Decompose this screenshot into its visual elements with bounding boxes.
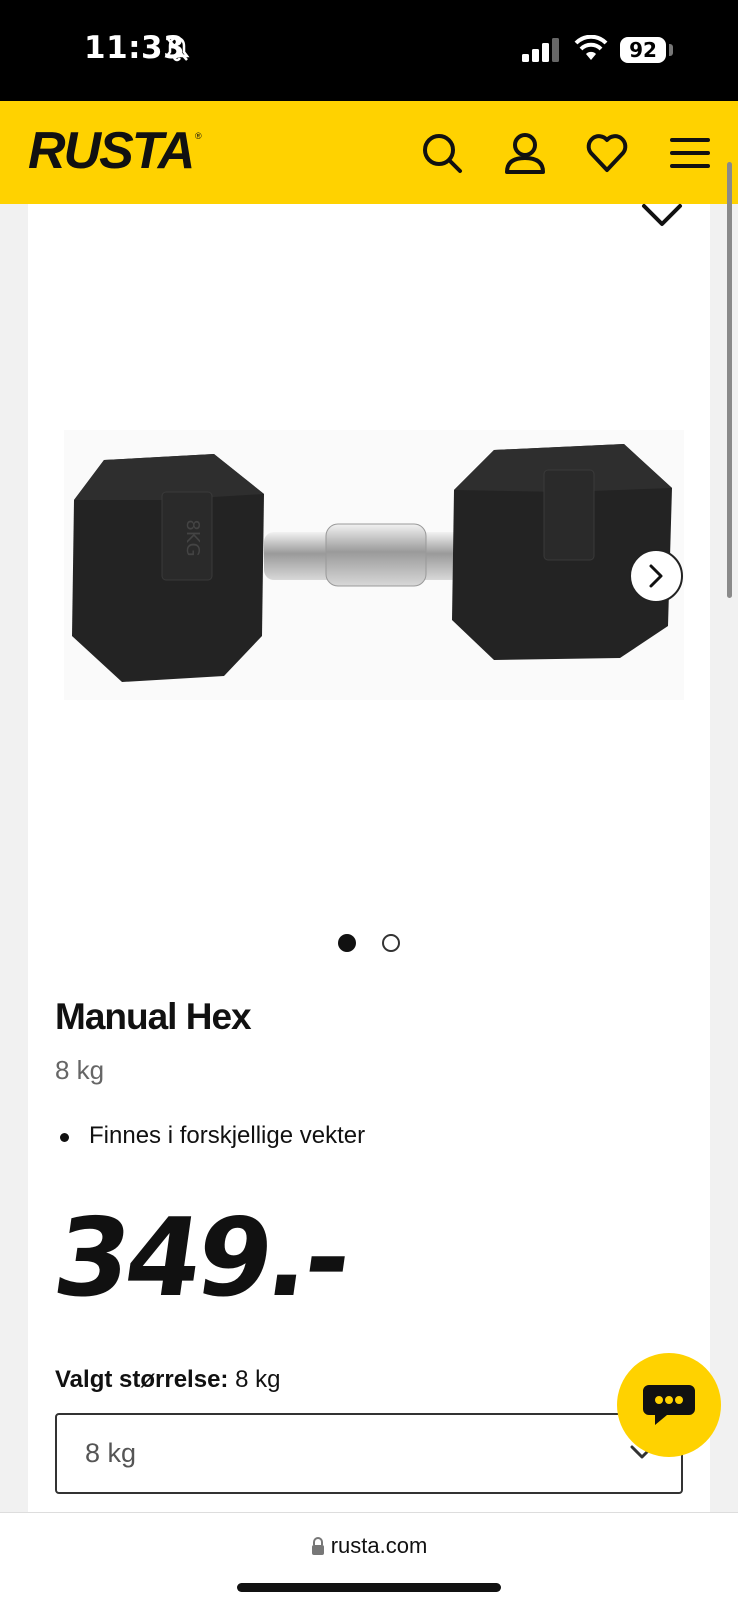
signal-icon — [522, 38, 559, 62]
product-title: Manual Hex — [55, 996, 252, 1037]
page-scrollbar[interactable] — [727, 162, 732, 598]
bell-slash-icon — [164, 36, 190, 62]
chat-button[interactable] — [617, 1353, 721, 1457]
address-bar[interactable]: rusta.com — [0, 1533, 738, 1559]
size-select[interactable]: 8 kg — [55, 1413, 683, 1494]
selected-size-label: Valgt størrelse: 8 kg — [55, 1366, 280, 1394]
url-text: rusta.com — [330, 1533, 428, 1558]
menu-icon[interactable] — [668, 131, 712, 175]
account-icon[interactable] — [503, 131, 547, 175]
product-image-dumbbell[interactable]: 8KG — [64, 430, 684, 700]
browser-bottom-bar: rusta.com — [0, 1512, 738, 1600]
battery-icon: 92 — [620, 37, 666, 63]
battery-tip — [669, 44, 673, 56]
wishlist-heart-icon[interactable] — [640, 200, 684, 230]
heart-icon[interactable] — [585, 131, 629, 175]
selected-size-caption: Valgt størrelse: — [55, 1366, 229, 1393]
lock-icon — [311, 1537, 324, 1555]
status-bar: 11:33 92 — [0, 0, 738, 101]
feature-item: Finnes i forskjellige vekter — [60, 1122, 365, 1150]
gallery-dot-2[interactable] — [382, 934, 400, 952]
rusta-logo[interactable]: RUSTA — [28, 125, 195, 177]
chevron-right-icon — [649, 564, 663, 588]
dumbbell-weight-label: 8KG — [182, 519, 203, 556]
feature-list: Finnes i forskjellige vekter — [60, 1122, 365, 1150]
product-price: 349.- — [46, 1196, 356, 1321]
home-indicator[interactable] — [237, 1583, 501, 1592]
chat-bubble-icon — [643, 1385, 695, 1425]
registered-mark: ® — [195, 131, 202, 141]
site-header: RUSTA ® — [0, 101, 738, 204]
gallery-next-button[interactable] — [629, 549, 683, 603]
selected-size-value: 8 kg — [235, 1366, 281, 1393]
search-icon[interactable] — [420, 131, 464, 175]
product-variant: 8 kg — [55, 1055, 105, 1085]
wifi-icon — [574, 35, 608, 60]
gallery-dot-1[interactable] — [338, 934, 356, 952]
size-select-value: 8 kg — [85, 1438, 137, 1468]
